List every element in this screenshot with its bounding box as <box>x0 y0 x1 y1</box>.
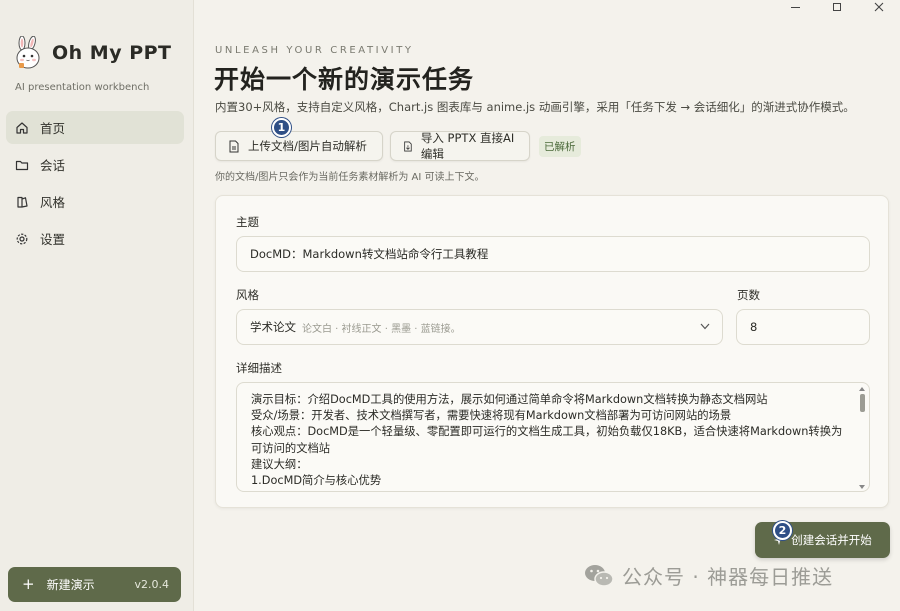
home-icon <box>15 121 29 135</box>
scroll-down-icon <box>859 485 865 489</box>
step-badge-2: 2 <box>773 521 792 540</box>
scroll-up-icon <box>859 387 865 391</box>
close-button[interactable] <box>858 0 900 14</box>
sidebar-item-settings[interactable]: 设置 <box>6 222 184 255</box>
sidebar-item-sessions[interactable]: 会话 <box>6 148 184 181</box>
detail-value: 演示目标：介绍DocMD工具的使用方法，展示如何通过简单命令将Markdown文… <box>251 393 843 488</box>
sidebar-nav: 首页 会话 风格 设置 <box>6 111 184 259</box>
pages-label: 页数 <box>737 288 760 302</box>
tagline: UNLEASH YOUR CREATIVITY <box>215 45 414 56</box>
import-file-icon <box>404 141 412 151</box>
sidebar: Oh My PPT AI presentation workbench 首页 会… <box>0 0 194 611</box>
plus-icon: + <box>22 575 35 593</box>
close-icon <box>874 2 884 12</box>
document-icon <box>229 140 239 152</box>
watermark: 公众号 · 神器每日推送 <box>584 561 833 590</box>
wechat-icon <box>585 564 614 587</box>
minimize-button[interactable] <box>774 0 816 14</box>
maximize-button[interactable] <box>816 0 858 14</box>
topic-value: DocMD：Markdown转文档站命令行工具教程 <box>250 247 489 261</box>
rabbit-logo-icon <box>16 36 40 69</box>
style-value: 学术论文 <box>250 320 296 334</box>
upload-hint: 你的文档/图片只会作为当前任务素材解析为 AI 可读上下文。 <box>215 172 485 183</box>
minimize-icon <box>790 6 800 8</box>
gear-icon <box>15 232 29 246</box>
pages-value: 8 <box>750 320 758 334</box>
parsed-status-badge: 已解析 <box>539 135 581 157</box>
detail-textarea[interactable]: 演示目标：介绍DocMD工具的使用方法，展示如何通过简单命令将Markdown文… <box>236 382 870 492</box>
style-label: 风格 <box>236 288 259 302</box>
app-name: Oh My PPT <box>52 42 172 64</box>
sidebar-item-label: 会话 <box>40 158 66 173</box>
textarea-scrollbar[interactable] <box>858 387 866 489</box>
page-description: 内置30+风格，支持自定义风格，Chart.js 图表库与 anime.js 动… <box>215 100 855 114</box>
sidebar-item-label: 设置 <box>40 232 66 247</box>
window-controls <box>774 0 900 14</box>
new-presentation-button[interactable]: + 新建演示 v2.0.4 <box>8 567 181 602</box>
maximize-icon <box>833 3 841 11</box>
brand: Oh My PPT <box>12 36 172 70</box>
version-label: v2.0.4 <box>134 578 170 591</box>
topic-input[interactable]: DocMD：Markdown转文档站命令行工具教程 <box>236 236 870 272</box>
page-title: 开始一个新的演示任务 <box>214 65 475 94</box>
watermark-text: 公众号 · 神器每日推送 <box>622 565 834 589</box>
style-description: 论文白 · 衬线正文 · 黑墨 · 蓝链接。 <box>302 323 461 335</box>
upload-document-button[interactable]: 上传文档/图片自动解析 <box>215 131 383 161</box>
scroll-thumb[interactable] <box>859 394 865 412</box>
chevron-down-icon <box>700 323 710 330</box>
style-select[interactable]: 学术论文 论文白 · 衬线正文 · 黑墨 · 蓝链接。 <box>236 309 723 345</box>
upload-document-label: 上传文档/图片自动解析 <box>248 139 367 153</box>
palette-icon <box>15 195 29 209</box>
create-session-label: 创建会话并开始 <box>791 533 872 547</box>
app-subtitle: AI presentation workbench <box>15 82 150 93</box>
action-row: 上传文档/图片自动解析 导入 PPTX 直接AI编辑 已解析 <box>215 131 581 161</box>
import-pptx-label: 导入 PPTX 直接AI编辑 <box>420 131 515 161</box>
sidebar-item-label: 首页 <box>40 121 66 136</box>
step-badge-1: 1 <box>272 118 291 137</box>
sidebar-item-label: 风格 <box>40 195 66 210</box>
pages-input[interactable]: 8 <box>736 309 870 345</box>
new-presentation-label: 新建演示 <box>46 578 95 592</box>
detail-label: 详细描述 <box>236 361 282 375</box>
sidebar-item-home[interactable]: 首页 <box>6 111 184 144</box>
folder-icon <box>15 158 29 172</box>
task-form-card: 主题 DocMD：Markdown转文档站命令行工具教程 风格 学术论文 论文白… <box>215 195 889 508</box>
import-pptx-button[interactable]: 导入 PPTX 直接AI编辑 <box>390 131 530 161</box>
sidebar-item-styles[interactable]: 风格 <box>6 185 184 218</box>
topic-label: 主题 <box>236 215 259 229</box>
